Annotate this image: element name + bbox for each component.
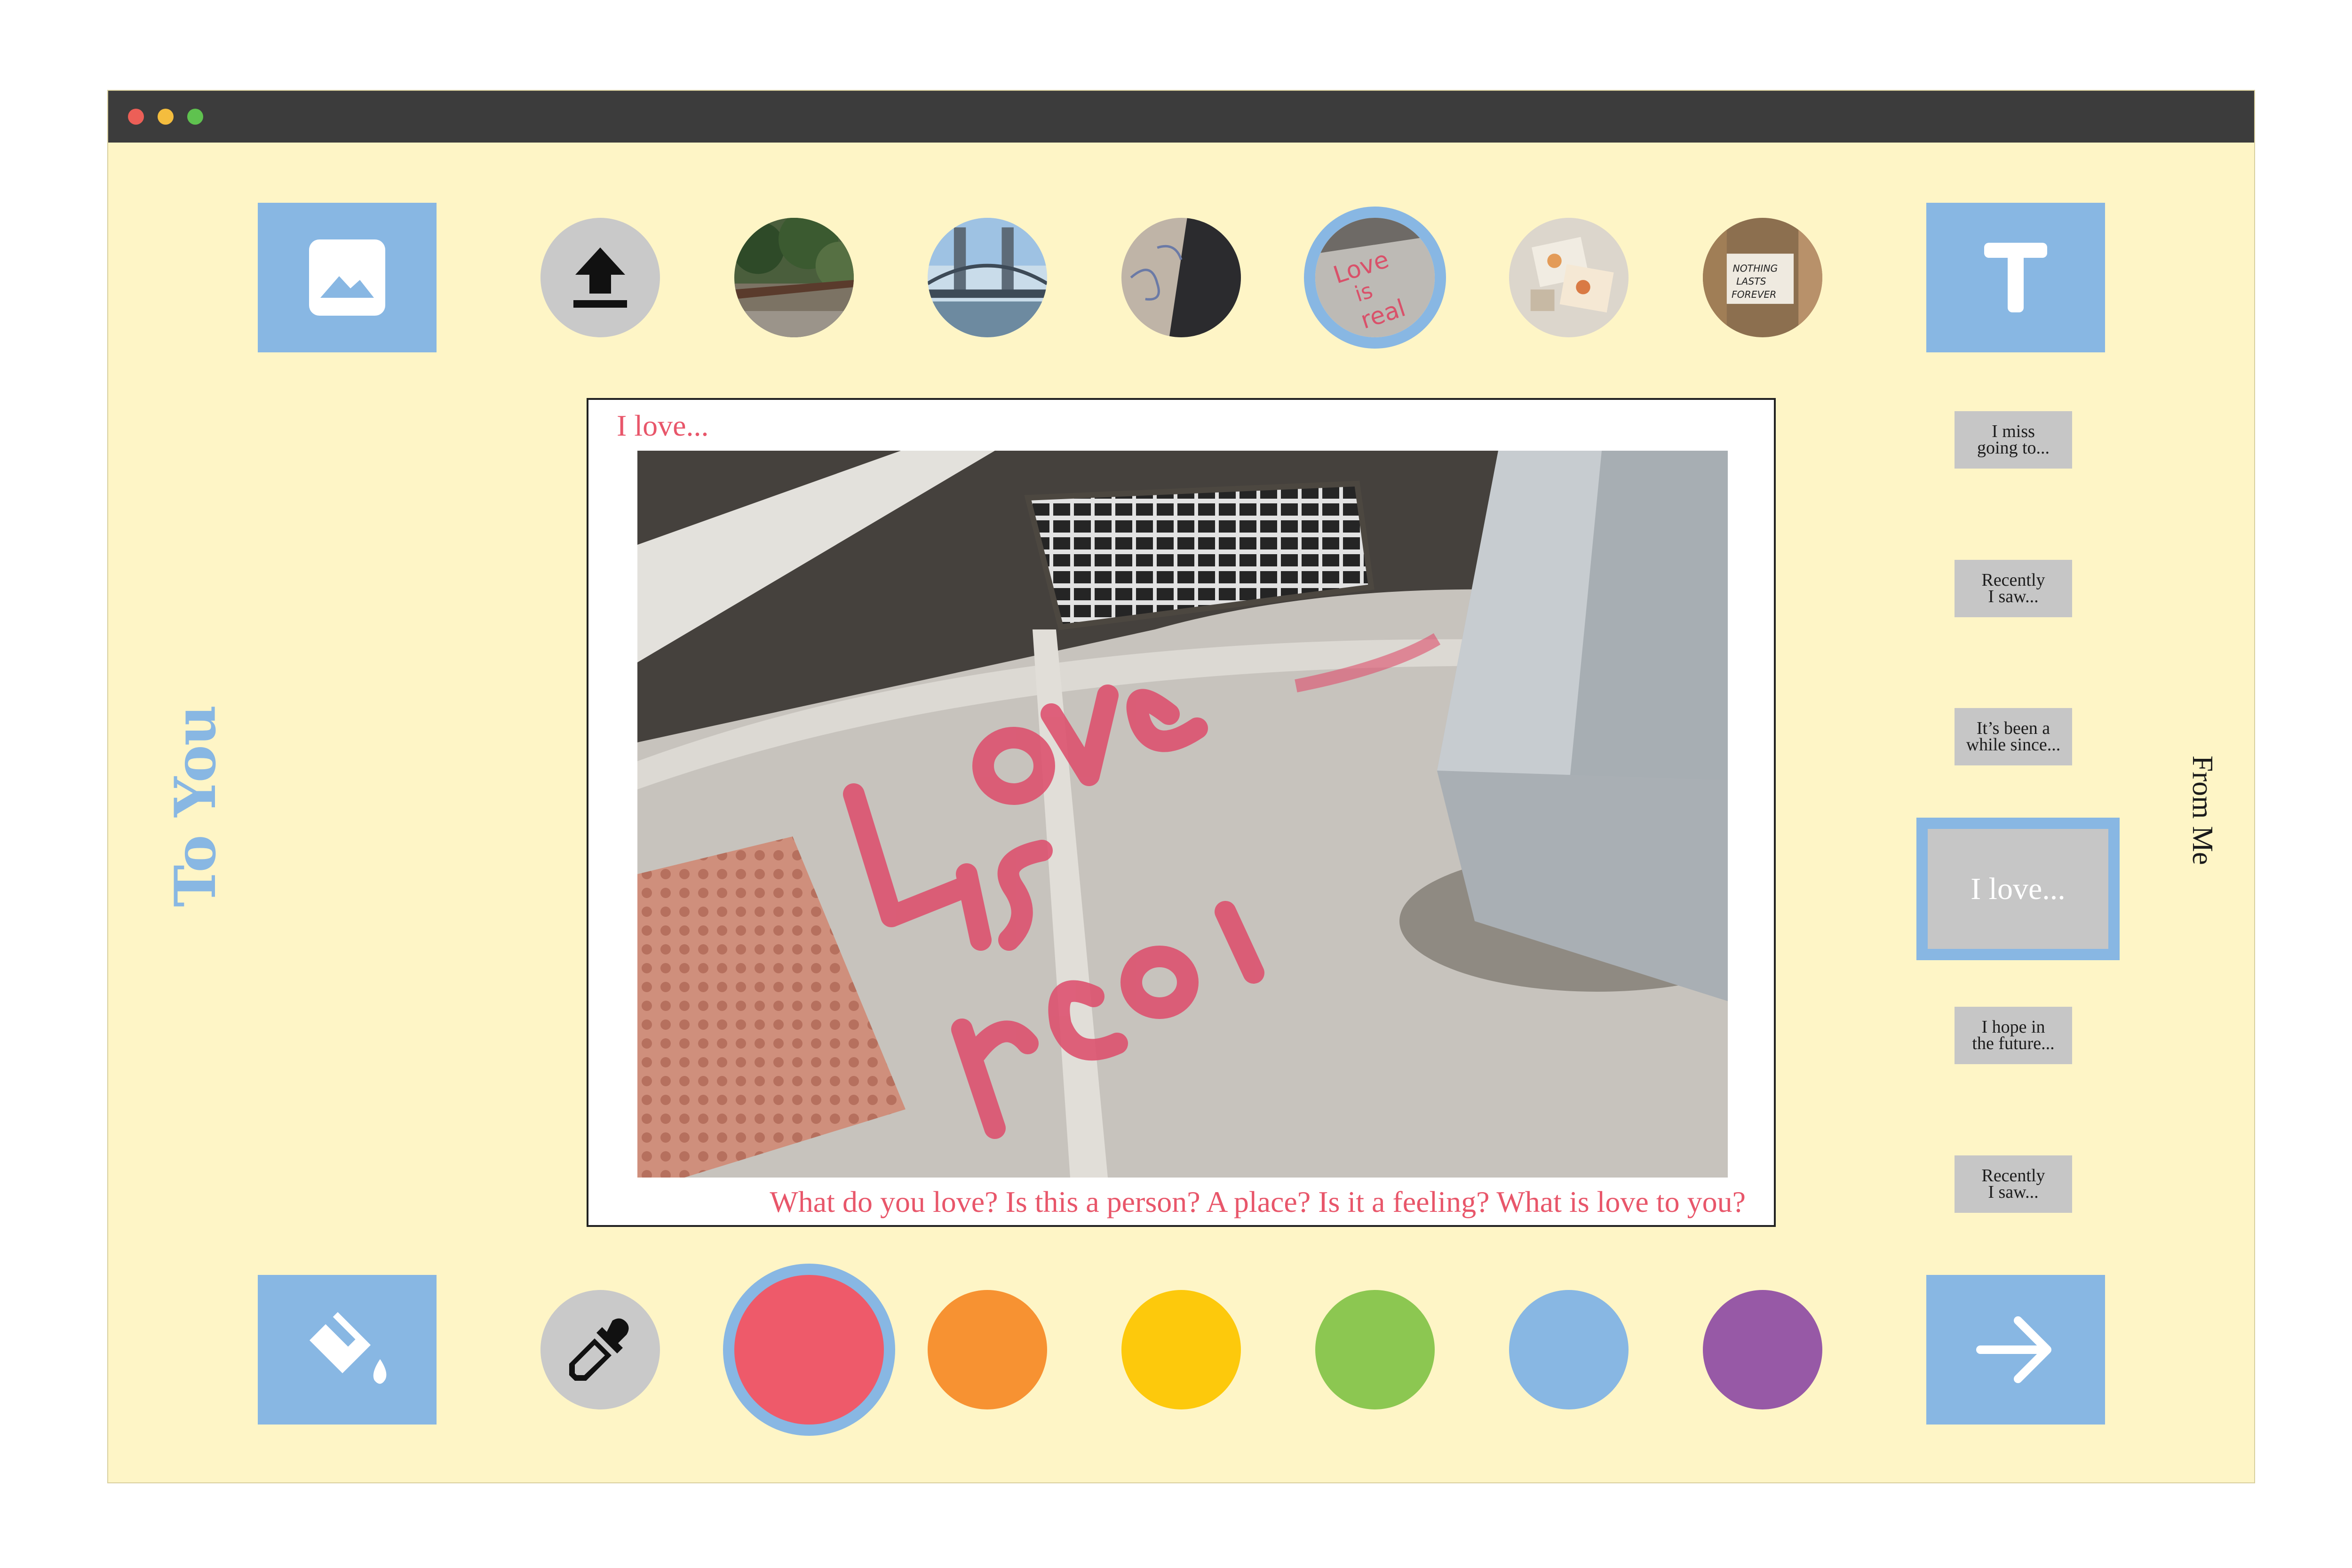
prompt-recently-i-saw-2[interactable]: Recently I saw...: [1955, 1155, 2072, 1213]
photo-nothing-lasts-forever[interactable]: NOTHING LASTS FOREVER: [1703, 218, 1822, 337]
fill-tool-button[interactable]: [258, 1275, 437, 1425]
text-tool-button[interactable]: [1926, 203, 2105, 352]
eyedropper-icon: [569, 1318, 629, 1381]
minimize-window-button[interactable]: [158, 109, 174, 125]
title-bar: [108, 91, 2254, 143]
color-swatch-purple[interactable]: [1703, 1290, 1822, 1409]
paint-bucket-icon: [310, 1312, 387, 1384]
arrow-right-icon: [1976, 1316, 2051, 1383]
app-window: Love is real NOTHING LASTS FOREVER To Yo…: [108, 91, 2254, 1482]
postcard-title[interactable]: I love...: [617, 408, 709, 443]
photo-sidewalk-chalk[interactable]: [1121, 218, 1241, 337]
color-swatch-blue[interactable]: [1509, 1290, 1629, 1409]
upload-photo-button[interactable]: [540, 218, 660, 337]
svg-text:NOTHING: NOTHING: [1733, 263, 1778, 274]
prompt-i-hope-in-the-future[interactable]: I hope in the future...: [1955, 1007, 2072, 1064]
next-button[interactable]: [1926, 1275, 2105, 1425]
svg-text:FOREVER: FOREVER: [1732, 289, 1776, 300]
recipient-label: To You: [162, 706, 229, 907]
color-swatch-red[interactable]: [734, 1275, 884, 1425]
eyedropper-button[interactable]: [540, 1290, 660, 1409]
sender-label: From Me: [2186, 756, 2218, 865]
image-icon: [309, 239, 385, 316]
photo-bridge[interactable]: [928, 218, 1047, 337]
prompt-i-miss-going-to[interactable]: I miss going to...: [1955, 411, 2072, 469]
image-tool-button[interactable]: [258, 203, 437, 352]
postcard-caption[interactable]: What do you love? Is this a person? A pl…: [770, 1185, 1746, 1219]
color-swatch-yellow[interactable]: [1121, 1290, 1241, 1409]
prompt-i-love[interactable]: I love...: [1916, 818, 2120, 960]
close-window-button[interactable]: [128, 109, 144, 125]
maximize-window-button[interactable]: [187, 109, 203, 125]
prompt-its-been-a-while-since[interactable]: It’s been a while since...: [1955, 708, 2072, 765]
photo-love-is-real[interactable]: Love is real: [1315, 218, 1435, 337]
postcard-canvas[interactable]: I love... What do you love? Is this a pe…: [587, 398, 1776, 1227]
text-t-icon: [1984, 243, 2047, 312]
color-swatch-orange[interactable]: [928, 1290, 1047, 1409]
postcard-photo[interactable]: [637, 451, 1728, 1178]
color-swatch-green[interactable]: [1315, 1290, 1435, 1409]
photo-waterfront-railing[interactable]: [734, 218, 854, 337]
upload-icon: [573, 247, 627, 308]
photo-postcards[interactable]: [1509, 218, 1629, 337]
prompt-recently-i-saw[interactable]: Recently I saw...: [1955, 560, 2072, 617]
svg-text:LASTS: LASTS: [1736, 276, 1766, 287]
